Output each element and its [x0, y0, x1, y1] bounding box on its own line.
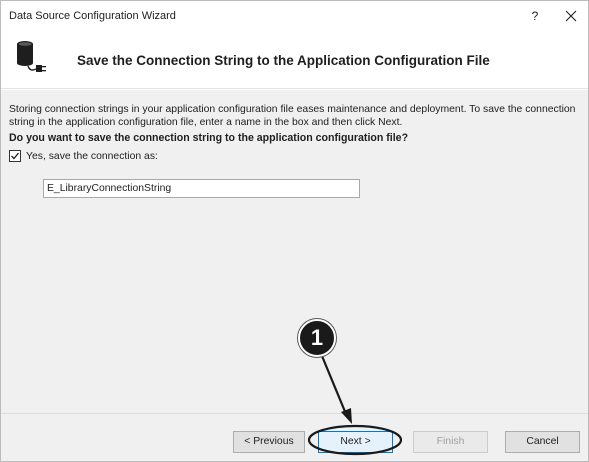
- finish-button: Finish: [413, 431, 488, 453]
- checkmark-icon: [11, 152, 20, 160]
- intro-text: Storing connection strings in your appli…: [9, 104, 576, 128]
- save-connection-checkbox[interactable]: [9, 150, 21, 162]
- database-plug-icon: [17, 41, 46, 72]
- close-button[interactable]: [560, 5, 582, 27]
- next-button[interactable]: Next >: [318, 431, 393, 453]
- wizard-footer: < Previous Next > Finish Cancel: [1, 413, 588, 461]
- page-title: Save the Connection String to the Applic…: [77, 53, 490, 68]
- cancel-button[interactable]: Cancel: [505, 431, 580, 453]
- save-connection-label: Yes, save the connection as:: [26, 150, 158, 162]
- save-connection-option[interactable]: Yes, save the connection as:: [9, 149, 158, 163]
- wizard-header: Save the Connection String to the Applic…: [1, 31, 588, 89]
- wizard-body: Storing connection strings in your appli…: [1, 90, 588, 413]
- wizard-window: Data Source Configuration Wizard ? Save …: [0, 0, 589, 462]
- connection-name-input[interactable]: E_LibraryConnectionString: [43, 179, 360, 198]
- previous-button[interactable]: < Previous: [233, 431, 305, 453]
- close-icon: [565, 10, 577, 22]
- help-button[interactable]: ?: [525, 5, 545, 27]
- window-title: Data Source Configuration Wizard: [9, 10, 176, 22]
- question-heading: Do you want to save the connection strin…: [9, 132, 409, 144]
- title-bar: Data Source Configuration Wizard ?: [1, 1, 588, 31]
